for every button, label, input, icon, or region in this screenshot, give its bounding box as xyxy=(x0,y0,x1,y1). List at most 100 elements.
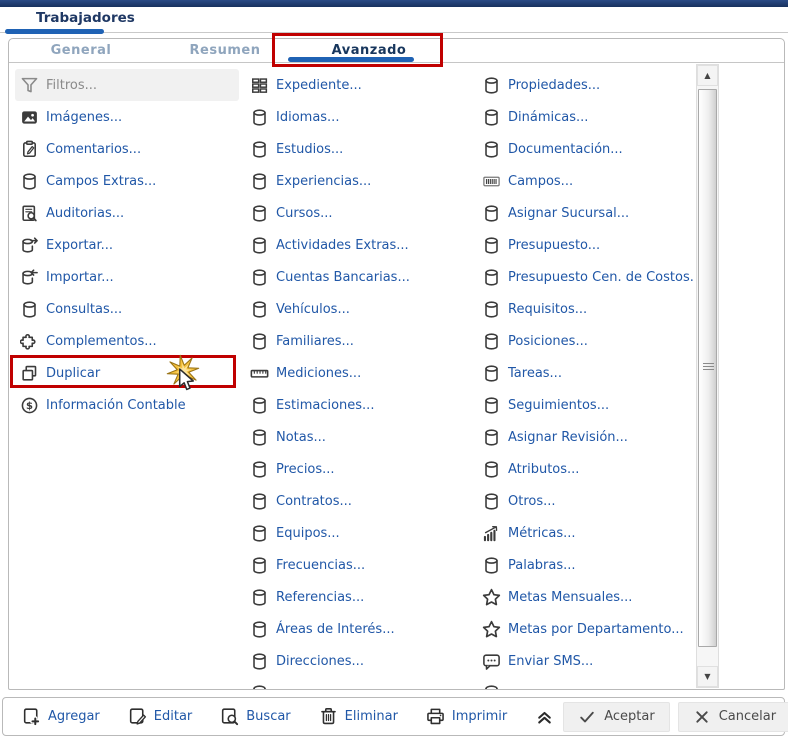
database-icon xyxy=(249,203,269,223)
menu-item[interactable]: Enviar SMS... xyxy=(477,645,699,677)
menu-item[interactable]: Propiedades... xyxy=(477,69,699,101)
menu-item[interactable]: Presupuesto Cen. de Costos. xyxy=(477,261,699,293)
menu-item[interactable]: Atributos... xyxy=(477,453,699,485)
menu-item[interactable]: Campos Extras... xyxy=(15,165,239,197)
collapse-toolbar-button[interactable] xyxy=(534,706,555,727)
database-icon xyxy=(249,683,269,689)
sms-icon xyxy=(481,651,501,671)
menu-item-label: Direcciones... xyxy=(276,653,364,669)
menu-item[interactable]: Frecuencias... xyxy=(245,549,473,581)
scroll-up-button[interactable]: ▲ xyxy=(697,65,718,86)
menu-item[interactable]: Expediente... xyxy=(245,69,473,101)
menu-item[interactable]: Seguimientos... xyxy=(477,389,699,421)
menu-item[interactable]: Complementos... xyxy=(15,325,239,357)
annotation-box-duplicar xyxy=(10,355,236,388)
menu-item[interactable]: Metas Mensuales... xyxy=(477,581,699,613)
menu-item-label: Presupuesto... xyxy=(508,237,601,253)
menu-item[interactable]: Importar... xyxy=(15,261,239,293)
menu-item[interactable]: Exportar... xyxy=(15,229,239,261)
menu-item[interactable]: Cursos... xyxy=(245,197,473,229)
scroll-down-button[interactable]: ▼ xyxy=(697,666,718,687)
menu-item[interactable]: Asignar Sucursal... xyxy=(477,197,699,229)
menu-item-label: Documentación... xyxy=(508,141,623,157)
tab-label: General xyxy=(50,43,112,58)
tab-general[interactable]: General xyxy=(9,39,153,63)
menu-item[interactable]: Dinámicas... xyxy=(477,101,699,133)
puzzle-icon xyxy=(19,331,39,351)
menu-item[interactable]: Otros... xyxy=(477,485,699,517)
menu-item[interactable]: Métricas... xyxy=(477,517,699,549)
tab-label: Resumen xyxy=(189,43,261,58)
menu-item[interactable]: Imágenes... xyxy=(15,101,239,133)
database-icon xyxy=(249,619,269,639)
tool-action-label: Eliminar xyxy=(344,709,398,724)
aceptar-button[interactable]: Aceptar xyxy=(563,701,670,732)
menu-item[interactable]: Requisitos... xyxy=(477,293,699,325)
tool-action-label: Imprimir xyxy=(451,709,508,724)
menu-item[interactable]: Campos... xyxy=(477,165,699,197)
menu-item-label: Otros... xyxy=(508,493,556,509)
menu-item-label: Tareas... xyxy=(508,365,562,381)
audit-icon xyxy=(19,203,39,223)
menu-item[interactable]: Notas... xyxy=(245,421,473,453)
menu-item[interactable]: Vehículos... xyxy=(245,293,473,325)
menu-item-label: Asignar Sucursal... xyxy=(508,205,630,221)
database-icon xyxy=(481,299,501,319)
agregar-button[interactable]: Agregar xyxy=(21,706,100,727)
menu-item[interactable]: Idiomas... xyxy=(245,101,473,133)
menu-item[interactable]: Comentarios... xyxy=(15,133,239,165)
search-document-icon xyxy=(219,706,240,727)
menu-item[interactable]: $ Información Contable xyxy=(15,389,239,421)
buscar-button[interactable]: Buscar xyxy=(219,706,291,727)
database-icon xyxy=(249,395,269,415)
database-icon xyxy=(249,459,269,479)
menu-item-label: Actividades Extras... xyxy=(276,237,409,253)
menu-item[interactable]: Referencias... xyxy=(245,581,473,613)
menu-item-label: Presupuesto Cen. de Costos. xyxy=(508,269,694,285)
database-icon xyxy=(249,331,269,351)
menu-item-label: Atributos... xyxy=(508,461,580,477)
menu-item[interactable]: Documentación... xyxy=(477,133,699,165)
menu-item-label: Áreas de Interés... xyxy=(276,621,395,637)
cancelar-button[interactable]: Cancelar xyxy=(677,701,788,732)
menu-item[interactable]: Tareas... xyxy=(477,357,699,389)
editar-button[interactable]: Editar xyxy=(127,706,192,727)
database-icon xyxy=(481,395,501,415)
menu-item[interactable]: Palabras... xyxy=(477,549,699,581)
database-icon xyxy=(481,683,501,689)
eliminar-button[interactable]: Eliminar xyxy=(318,706,398,727)
menu-item[interactable]: Precios... xyxy=(245,453,473,485)
menu-item[interactable]: Áreas de Interés... xyxy=(245,613,473,645)
menu-item[interactable]: Mediciones... xyxy=(245,357,473,389)
menu-item[interactable]: Contratos... xyxy=(245,485,473,517)
imprimir-button[interactable]: Imprimir xyxy=(425,706,507,727)
menu-item[interactable]: Posiciones... xyxy=(477,325,699,357)
scrollbar-thumb[interactable] xyxy=(698,89,717,647)
menu-item[interactable]: Consultas... xyxy=(15,293,239,325)
database-icon xyxy=(249,427,269,447)
database-icon xyxy=(249,107,269,127)
menu-item[interactable]: Equipos... xyxy=(245,517,473,549)
menu-item[interactable]: Asignar Revisión... xyxy=(477,421,699,453)
menu-item[interactable]: Familiares... xyxy=(245,325,473,357)
menu-item-label: Auditorias... xyxy=(46,205,125,221)
bottom-toolbar: Agregar Editar Buscar Eliminar Imprimir Acep… xyxy=(2,697,788,736)
menu-column-2: Expediente... Idiomas... Estudios... Experi… xyxy=(245,69,473,689)
menu-item[interactable]: Presupuesto... xyxy=(477,229,699,261)
menu-item[interactable]: Direcciones... xyxy=(245,645,473,677)
menu-item[interactable]: Auditorias... xyxy=(15,197,239,229)
annotation-box-avanzado-tab xyxy=(272,33,443,67)
database-icon xyxy=(249,267,269,287)
menu-item[interactable]: Estudios... xyxy=(245,133,473,165)
toolbar-actions: Agregar Editar Buscar Eliminar Imprimir xyxy=(21,706,555,727)
menu-item-label: Enviar SMS... xyxy=(508,653,594,669)
menu-item[interactable]: Estimaciones... xyxy=(245,389,473,421)
vertical-scrollbar[interactable]: ▲ ▼ xyxy=(696,64,719,688)
menu-item[interactable]: Cuentas Bancarias... xyxy=(245,261,473,293)
menu-item[interactable]: Filtros... xyxy=(15,69,239,101)
menu-item[interactable]: Metas por Departamento... xyxy=(477,613,699,645)
menu-item[interactable]: Actividades Extras... xyxy=(245,229,473,261)
printer-icon xyxy=(425,706,446,727)
menu-item[interactable]: Experiencias... xyxy=(245,165,473,197)
svg-text:$: $ xyxy=(26,401,33,412)
